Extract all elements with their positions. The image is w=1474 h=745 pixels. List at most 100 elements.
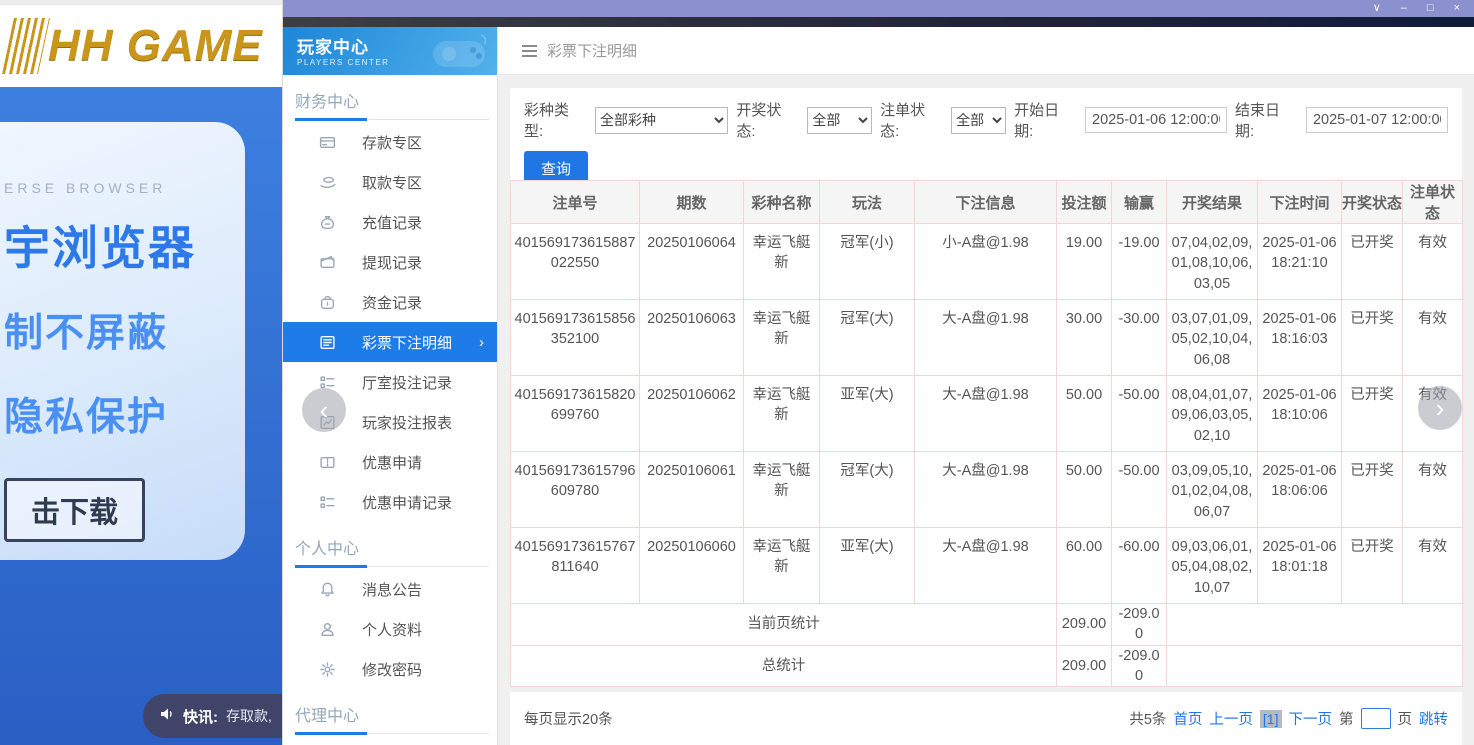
chevron-right-icon: ›: [479, 334, 484, 351]
sidebar-section-header: 个人中心: [295, 535, 497, 559]
sidebar-collapse-button[interactable]: ‹: [302, 388, 346, 432]
sidebar-item-label: 取款专区: [362, 172, 422, 193]
sidebar-item-label: 存款专区: [362, 132, 422, 153]
minimize-icon[interactable]: –: [1401, 3, 1407, 14]
table-cell: 20250106062: [640, 376, 744, 452]
jump-button[interactable]: 跳转: [1419, 708, 1448, 729]
sidebar-item-label: 修改密码: [362, 659, 422, 680]
bet-detail-table-panel: 注单号期数彩种名称玩法下注信息投注额输赢开奖结果下注时间开奖状态注单状态 401…: [510, 180, 1462, 687]
list-icon: [319, 494, 336, 511]
sidebar-item-lottery-bet-detail[interactable]: 彩票下注明细›: [283, 322, 497, 362]
table-cell: 20250106061: [640, 452, 744, 528]
table-cell: 大-A盘@1.98: [915, 376, 1057, 452]
news-ticker[interactable]: 快讯: 存取款,: [143, 694, 283, 738]
table-cell: 幸运飞艇新: [744, 528, 820, 604]
table-cell: -60.00: [1112, 528, 1167, 604]
col-header-2: 彩种名称: [744, 181, 820, 224]
document-icon: [319, 334, 336, 351]
end-date-label: 结束日期:: [1235, 99, 1298, 141]
table-cell: 有效: [1403, 452, 1463, 528]
sidebar-item-withdrawal-record[interactable]: 提现记录: [283, 242, 497, 282]
table-cell: 幸运飞艇新: [744, 300, 820, 376]
sidebar-item-funds-record[interactable]: 资金记录: [283, 282, 497, 322]
table-cell: 冠军(大): [820, 452, 915, 528]
left-promo-panel: HH GAME ERSE BROWSER 宇浏览器 制不屏蔽 隐私保护 击下载 …: [0, 0, 283, 745]
section-underline: [283, 732, 497, 736]
table-cell: -30.00: [1112, 300, 1167, 376]
table-cell: 幸运飞艇新: [744, 376, 820, 452]
first-page-link[interactable]: 首页: [1173, 708, 1202, 729]
table-cell: -50.00: [1112, 452, 1167, 528]
table-cell: 已开奖: [1342, 452, 1403, 528]
col-header-1: 期数: [640, 181, 744, 224]
table-cell: 2025-01-06 18:06:06: [1258, 452, 1342, 528]
underline-blue: [295, 565, 367, 568]
sidebar-item-personal-profile[interactable]: 个人资料: [283, 609, 497, 649]
sidebar-item-label: 充值记录: [362, 212, 422, 233]
close-icon[interactable]: ×: [1454, 3, 1460, 14]
table-cell: -19.00: [1112, 224, 1167, 300]
sidebar-item-promo-apply[interactable]: 优惠申请: [283, 442, 497, 482]
table-cell: 幸运飞艇新: [744, 452, 820, 528]
table-cell: 03,09,05,10,01,02,04,08,06,07: [1167, 452, 1258, 528]
promo-banner: ERSE BROWSER 宇浏览器 制不屏蔽 隐私保护 击下载 快讯: 存取款,: [0, 87, 283, 745]
dark-header-strip: [283, 17, 1474, 27]
sidebar-item-label: 厅室投注记录: [362, 372, 452, 393]
maximize-icon[interactable]: □: [1427, 3, 1434, 14]
col-header-8: 下注时间: [1258, 181, 1342, 224]
sidebar-item-label: 优惠申请: [362, 452, 422, 473]
sidebar-item-promo-apply-record[interactable]: 优惠申请记录: [283, 482, 497, 522]
col-header-10: 注单状态: [1403, 181, 1463, 224]
sidebar-item-deposit-zone[interactable]: 存款专区: [283, 122, 497, 162]
current-page-indicator[interactable]: [1]: [1260, 710, 1282, 728]
table-cell: 50.00: [1057, 376, 1112, 452]
table-cell: 冠军(大): [820, 300, 915, 376]
jump-label-pre: 第: [1339, 708, 1354, 729]
page-jump-input[interactable]: [1361, 708, 1391, 729]
coin-purse-icon: [319, 294, 336, 311]
hamburger-icon[interactable]: [522, 45, 537, 57]
col-header-5: 投注额: [1057, 181, 1112, 224]
bank-card-icon: [319, 134, 336, 151]
table-cell: 已开奖: [1342, 300, 1403, 376]
table-cell: 2025-01-06 18:16:03: [1258, 300, 1342, 376]
ticker-label: 快讯:: [183, 706, 218, 727]
banner-line2: 制不屏蔽: [4, 302, 245, 358]
player-center-sidebar: 玩家中心 PLAYERS CENTER 财务中心存款专区取款专区充值记录提现记录…: [283, 27, 498, 745]
sidebar-item-recharge-record[interactable]: 充值记录: [283, 202, 497, 242]
promo-banner-card: ERSE BROWSER 宇浏览器 制不屏蔽 隐私保护 击下载: [0, 122, 245, 560]
table-cell: 已开奖: [1342, 224, 1403, 300]
panel-expand-button[interactable]: ›: [1418, 386, 1462, 430]
sidebar-item-label: 资金记录: [362, 292, 422, 313]
table-cell: 03,07,01,09,05,02,10,04,06,08: [1167, 300, 1258, 376]
table-cell: 有效: [1403, 224, 1463, 300]
chevron-down-icon[interactable]: ∨: [1373, 3, 1381, 14]
table-row: 40156917361582069976020250106062幸运飞艇新亚军(…: [511, 376, 1463, 452]
table-row: 40156917361588702255020250106064幸运飞艇新冠军(…: [511, 224, 1463, 300]
summary-row-current-page: 当前页统计209.00-209.00: [511, 604, 1463, 646]
hh-game-logo: HH GAME: [48, 21, 263, 71]
table-cell: 20250106060: [640, 528, 744, 604]
table-cell: 20250106064: [640, 224, 744, 300]
prev-page-link[interactable]: 上一页: [1209, 708, 1253, 729]
sidebar-item-change-password[interactable]: 修改密码: [283, 649, 497, 689]
sidebar-section-header: 财务中心: [295, 88, 497, 112]
download-button[interactable]: 击下载: [4, 478, 145, 542]
table-cell: 07,04,02,09,01,08,10,06,03,05: [1167, 224, 1258, 300]
gear-icon: [319, 661, 336, 678]
end-date-input[interactable]: [1306, 107, 1448, 133]
summary-row-total: 总统计209.00-209.00: [511, 645, 1463, 687]
sidebar-item-label: 消息公告: [362, 579, 422, 600]
lottery-type-label: 彩种类型:: [524, 99, 587, 141]
summary-winloss-total: -209.00: [1112, 604, 1167, 646]
sidebar-item-message-announcement[interactable]: 消息公告: [283, 569, 497, 609]
table-cell: 20250106063: [640, 300, 744, 376]
sidebar-item-withdraw-zone[interactable]: 取款专区: [283, 162, 497, 202]
table-cell: 09,03,06,01,05,04,08,02,10,07: [1167, 528, 1258, 604]
order-status-select[interactable]: 全部: [951, 107, 1006, 134]
start-date-input[interactable]: [1085, 107, 1227, 133]
lottery-type-select[interactable]: 全部彩种: [595, 107, 728, 134]
draw-status-select[interactable]: 全部: [807, 107, 872, 134]
col-header-0: 注单号: [511, 181, 640, 224]
next-page-link[interactable]: 下一页: [1289, 708, 1333, 729]
